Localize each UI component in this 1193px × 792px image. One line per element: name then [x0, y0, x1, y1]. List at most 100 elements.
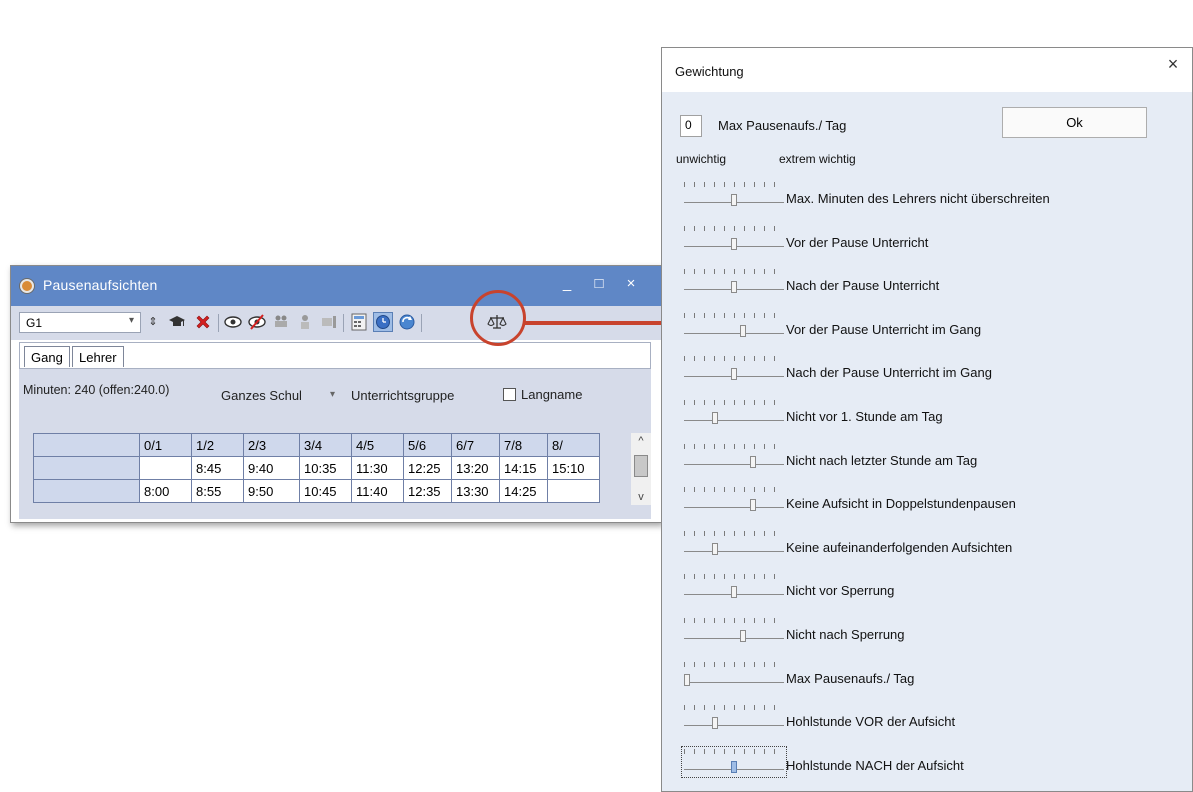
- slider-ticks: [684, 226, 784, 232]
- grid-header-cell[interactable]: [33, 433, 140, 457]
- slider-thumb[interactable]: [740, 630, 746, 642]
- toolbar-separator: [218, 314, 219, 332]
- scroll-up-icon[interactable]: ^: [631, 435, 651, 447]
- grid-cell[interactable]: [33, 456, 140, 480]
- grid-cell[interactable]: 14:25: [499, 479, 548, 503]
- slider-thumb[interactable]: [731, 238, 737, 250]
- eye-icon[interactable]: [223, 312, 243, 332]
- grid-cell[interactable]: 8:45: [191, 456, 244, 480]
- grid-header-cell[interactable]: 4/5: [351, 433, 404, 457]
- close-button[interactable]: ×: [621, 275, 641, 292]
- up-down-arrows-icon[interactable]: ⇕: [143, 312, 163, 332]
- slider-thumb[interactable]: [712, 717, 718, 729]
- weight-slider[interactable]: [684, 226, 784, 252]
- maximize-button[interactable]: □: [589, 275, 609, 292]
- grid-cell[interactable]: 8:55: [191, 479, 244, 503]
- grid-cell[interactable]: 11:40: [351, 479, 404, 503]
- weight-slider[interactable]: [684, 356, 784, 382]
- slider-thumb[interactable]: [712, 543, 718, 555]
- grid-cell[interactable]: [33, 479, 140, 503]
- slider-thumb[interactable]: [731, 368, 737, 380]
- close-icon[interactable]: ×: [1160, 54, 1186, 75]
- grid-cell[interactable]: 12:35: [403, 479, 452, 503]
- eye-crossed-icon[interactable]: [247, 312, 267, 332]
- weight-slider[interactable]: [684, 487, 784, 513]
- grid-cell[interactable]: [547, 479, 600, 503]
- table-row: 8:45 9:40 10:35 11:30 12:25 13:20 14:15 …: [33, 456, 600, 480]
- class-select[interactable]: G1 ▾: [19, 312, 141, 333]
- grid-header-cell[interactable]: 0/1: [139, 433, 192, 457]
- grid-cell[interactable]: 9:50: [243, 479, 300, 503]
- refresh-icon[interactable]: [397, 312, 417, 332]
- grid-cell[interactable]: 12:25: [403, 456, 452, 480]
- scale-high-label: extrem wichtig: [779, 152, 856, 166]
- grid-header-cell[interactable]: 8/: [547, 433, 600, 457]
- weight-slider[interactable]: [684, 618, 784, 644]
- calculator-icon[interactable]: [349, 312, 369, 332]
- slider-thumb[interactable]: [750, 456, 756, 468]
- scope-select[interactable]: Ganzes Schul ▾: [215, 383, 343, 407]
- slider-ticks: [684, 487, 784, 493]
- weight-slider-row: Nicht vor 1. Stunde am Tag: [676, 394, 1176, 434]
- grid-scrollbar[interactable]: ^ v: [631, 433, 651, 505]
- slider-thumb[interactable]: [731, 281, 737, 293]
- weight-slider[interactable]: [681, 746, 787, 778]
- weight-slider[interactable]: [684, 662, 784, 688]
- weight-slider[interactable]: [684, 182, 784, 208]
- weight-slider[interactable]: [684, 531, 784, 557]
- slider-thumb[interactable]: [684, 674, 690, 686]
- slider-thumb[interactable]: [712, 412, 718, 424]
- grid-header-cell[interactable]: 2/3: [243, 433, 300, 457]
- grid-cell[interactable]: 13:30: [451, 479, 500, 503]
- grid-cell[interactable]: 15:10: [547, 456, 600, 480]
- weight-slider-row: Nicht nach Sperrung: [676, 612, 1176, 652]
- grid-cell[interactable]: 14:15: [499, 456, 548, 480]
- tab-lehrer[interactable]: Lehrer: [72, 346, 124, 367]
- grid-cell[interactable]: 9:40: [243, 456, 300, 480]
- slider-ticks: [684, 749, 784, 755]
- people-icon[interactable]: [271, 312, 291, 332]
- grid-cell[interactable]: 13:20: [451, 456, 500, 480]
- minimize-button[interactable]: _: [557, 275, 577, 292]
- weight-slider-row: Nach der Pause Unterricht: [676, 263, 1176, 303]
- scroll-down-icon[interactable]: v: [631, 491, 651, 503]
- slider-track: [684, 682, 784, 683]
- delete-x-icon[interactable]: [193, 312, 213, 332]
- weight-slider-row: Nicht nach letzter Stunde am Tag: [676, 438, 1176, 478]
- grid-cell[interactable]: 11:30: [351, 456, 404, 480]
- highlight-circle: [470, 290, 526, 346]
- slider-thumb[interactable]: [731, 586, 737, 598]
- slider-thumb[interactable]: [750, 499, 756, 511]
- grid-header-cell[interactable]: 1/2: [191, 433, 244, 457]
- clock-icon[interactable]: [373, 312, 393, 332]
- grid-cell[interactable]: 8:00: [139, 479, 192, 503]
- slider-thumb[interactable]: [731, 761, 737, 773]
- grid-header-cell[interactable]: 3/4: [299, 433, 352, 457]
- window-titlebar[interactable]: Pausenaufsichten _ □ ×: [11, 266, 661, 306]
- graduation-cap-icon[interactable]: [167, 312, 187, 332]
- slider-thumb[interactable]: [731, 194, 737, 206]
- grid-header-cell[interactable]: 6/7: [451, 433, 500, 457]
- dialog-titlebar[interactable]: Gewichtung ×: [662, 48, 1192, 92]
- slider-thumb[interactable]: [740, 325, 746, 337]
- person-swap-icon[interactable]: [295, 312, 315, 332]
- scroll-thumb[interactable]: [634, 455, 648, 477]
- weight-slider[interactable]: [684, 269, 784, 295]
- ok-button[interactable]: Ok: [1002, 107, 1147, 138]
- grid-header-cell[interactable]: 5/6: [403, 433, 452, 457]
- grid-cell[interactable]: [139, 456, 192, 480]
- weight-slider[interactable]: [684, 400, 784, 426]
- weight-slider[interactable]: [684, 705, 784, 731]
- print-small-icon[interactable]: [319, 312, 339, 332]
- grid-cell[interactable]: 10:35: [299, 456, 352, 480]
- grid-header-cell[interactable]: 7/8: [499, 433, 548, 457]
- tab-gang[interactable]: Gang: [24, 346, 70, 367]
- grid-cell[interactable]: 10:45: [299, 479, 352, 503]
- max-duties-input[interactable]: 0: [680, 115, 702, 137]
- longname-checkbox[interactable]: [503, 388, 516, 401]
- weight-slider[interactable]: [684, 444, 784, 470]
- teaching-group-label[interactable]: Unterrichtsgruppe: [351, 388, 454, 403]
- slider-track: [684, 333, 784, 334]
- weight-slider[interactable]: [684, 574, 784, 600]
- weight-slider[interactable]: [684, 313, 784, 339]
